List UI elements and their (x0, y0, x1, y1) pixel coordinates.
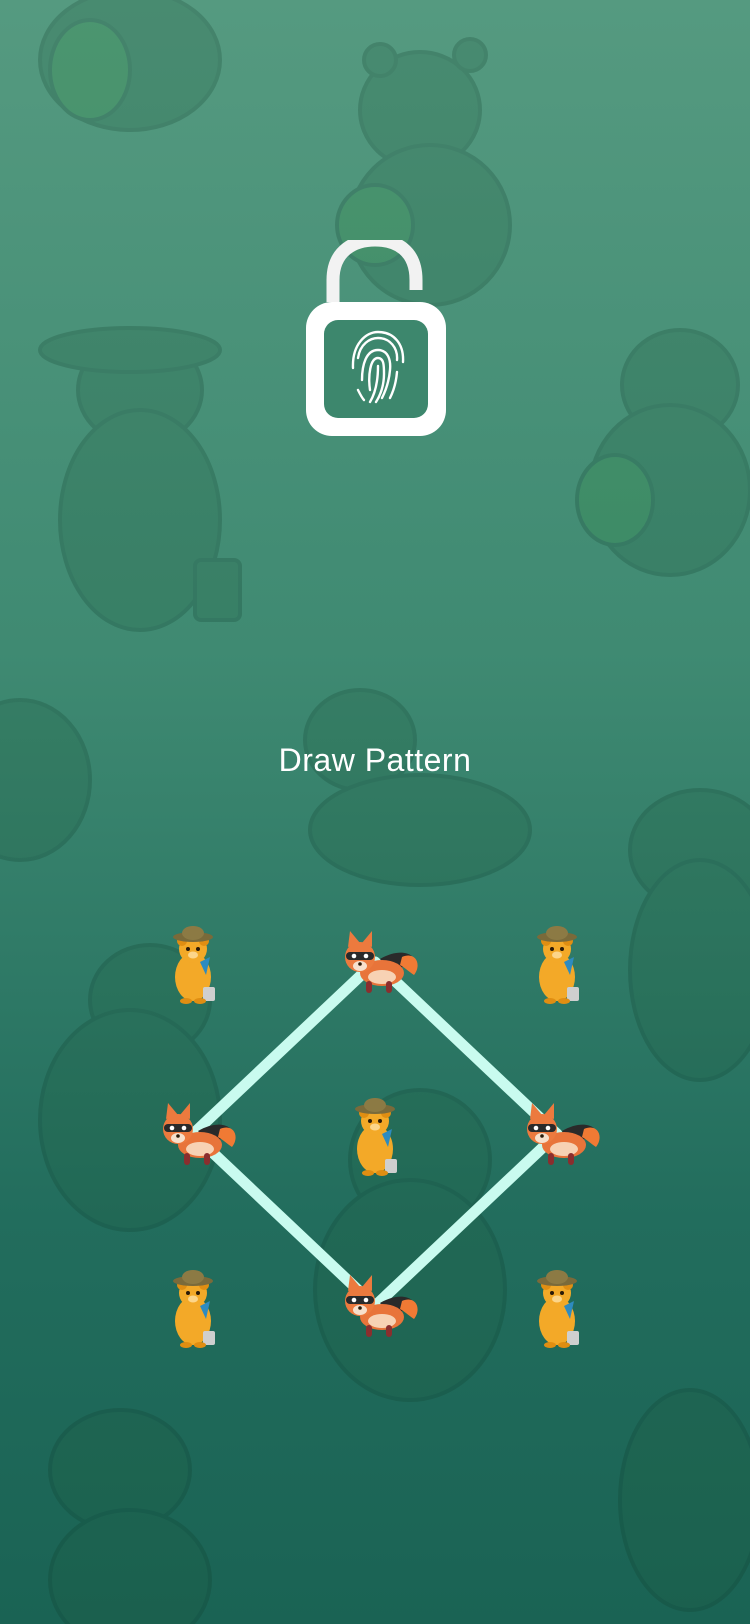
bear-icon (173, 926, 215, 1004)
bear-icon (537, 926, 579, 1004)
bear-icon (537, 1270, 579, 1348)
pattern-dot-9[interactable] (512, 1261, 602, 1351)
bear-icon (355, 1098, 397, 1176)
fox-icon (527, 1103, 600, 1165)
pattern-dot-3[interactable] (512, 917, 602, 1007)
pattern-dot-4[interactable] (148, 1089, 238, 1179)
pattern-dot-1[interactable] (148, 917, 238, 1007)
pattern-dot-7[interactable] (148, 1261, 238, 1351)
draw-pattern-label: Draw Pattern (278, 742, 472, 778)
pattern-dot-8[interactable] (330, 1261, 420, 1351)
pattern-dot-5[interactable] (330, 1089, 420, 1179)
pattern-dot-6[interactable] (512, 1089, 602, 1179)
bear-icon (173, 1270, 215, 1348)
fox-icon (345, 1275, 418, 1337)
fox-icon (163, 1103, 236, 1165)
pattern-dot-2[interactable] (330, 917, 420, 1007)
fox-icon (345, 931, 418, 993)
fingerprint-unlock-icon (306, 240, 446, 436)
